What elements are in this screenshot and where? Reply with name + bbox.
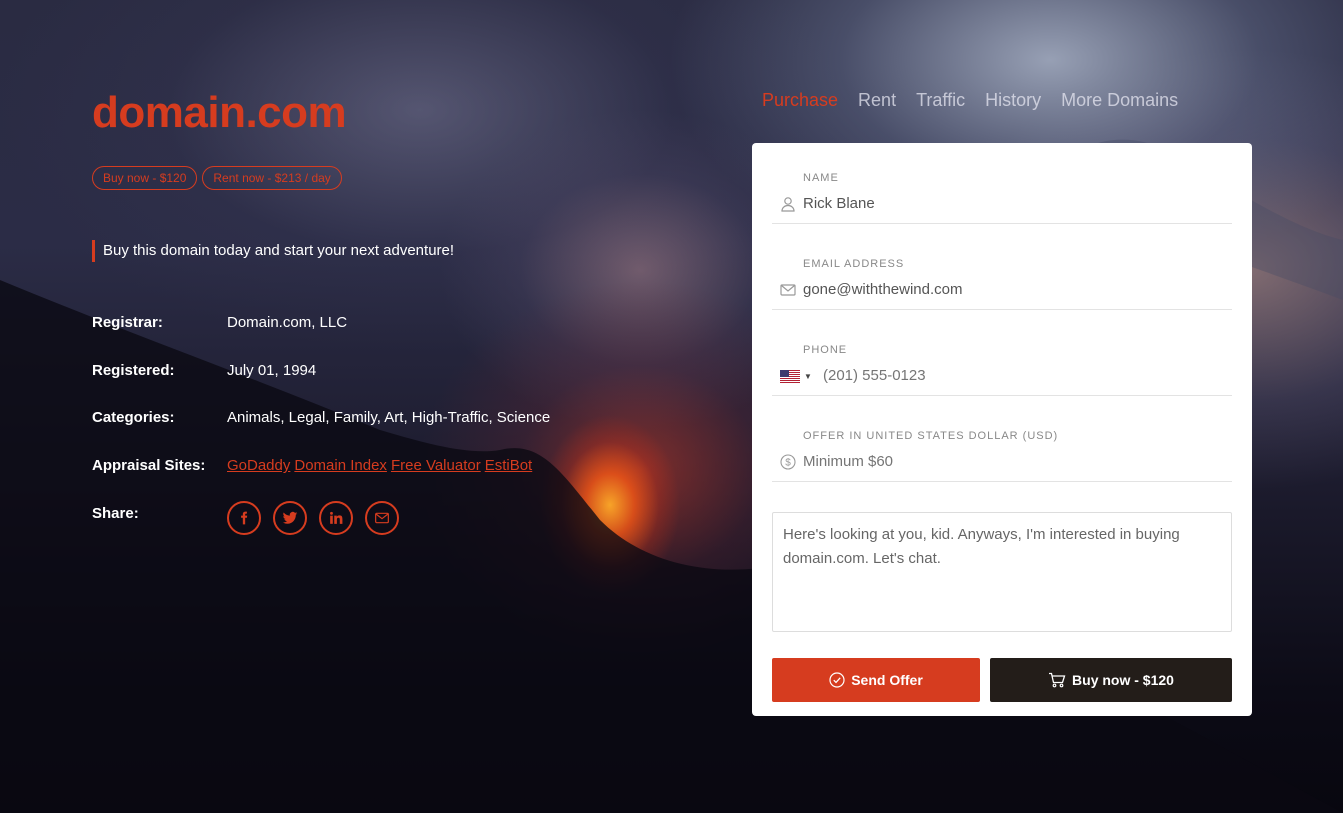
categories-label: Categories: — [92, 409, 175, 427]
email-field: Email Address — [772, 229, 1232, 310]
registrar-row: Registrar: Domain.com, LLC — [92, 312, 652, 360]
envelope-icon — [780, 284, 796, 296]
buy-now-label: Buy now - $120 — [1072, 672, 1174, 688]
phone-label: Phone — [803, 344, 848, 356]
linkedin-icon[interactable] — [319, 500, 353, 535]
appraisal-link-free-valuator[interactable]: Free Valuator — [391, 457, 481, 474]
facebook-icon[interactable] — [227, 500, 261, 535]
check-circle-icon — [829, 672, 845, 688]
cart-icon — [1049, 672, 1066, 688]
buy-now-button[interactable]: Buy now - $120 — [990, 658, 1232, 702]
offer-form-card: Name Email Address Phone ▼ Offer in Unit… — [752, 143, 1252, 716]
nav-purchase[interactable]: Purchase — [762, 90, 838, 111]
share-icons — [227, 500, 399, 535]
message-textarea[interactable]: Here's looking at you, kid. Anyways, I'm… — [772, 512, 1232, 632]
price-pills: Buy now - $120 Rent now - $213 / day — [92, 166, 342, 190]
registrar-value: Domain.com, LLC — [227, 314, 348, 331]
form-actions: Send Offer Buy now - $120 — [772, 658, 1232, 702]
phone-input[interactable] — [823, 364, 1243, 386]
share-label: Share: — [92, 504, 139, 522]
name-input[interactable] — [803, 192, 1223, 214]
domain-title: domain.com — [92, 88, 347, 137]
offer-label: Offer in United States Dollar (USD) — [803, 430, 1059, 442]
buy-now-pill[interactable]: Buy now - $120 — [92, 166, 198, 190]
offer-field: Offer in United States Dollar (USD) $ — [772, 401, 1232, 482]
registrar-label: Registrar: — [92, 314, 163, 331]
email-label: Email Address — [803, 258, 905, 270]
categories-value: Animals, Legal, Family, Art, High-Traffi… — [227, 409, 551, 427]
email-icon[interactable] — [365, 500, 399, 535]
send-offer-button[interactable]: Send Offer — [772, 658, 980, 702]
tagline: Buy this domain today and start your nex… — [92, 240, 454, 262]
dollar-icon: $ — [780, 454, 796, 470]
main-nav: Purchase Rent Traffic History More Domai… — [762, 90, 1178, 111]
nav-traffic[interactable]: Traffic — [916, 90, 965, 111]
phone-field: Phone ▼ — [772, 315, 1243, 396]
categories-row: Categories: Animals, Legal, Family, Art,… — [92, 407, 652, 455]
offer-input[interactable] — [803, 450, 1223, 472]
registered-value: July 01, 1994 — [227, 361, 317, 379]
domain-details: Registrar: Domain.com, LLC Registered: J… — [92, 312, 652, 550]
country-selector[interactable]: ▼ — [780, 370, 812, 383]
send-offer-label: Send Offer — [851, 672, 923, 688]
nav-rent[interactable]: Rent — [858, 90, 896, 111]
us-flag-icon — [780, 370, 800, 383]
appraisal-link-estibot[interactable]: EstiBot — [485, 457, 533, 474]
rent-now-pill[interactable]: Rent now - $213 / day — [202, 166, 342, 190]
appraisal-row: Appraisal Sites: GoDaddy Domain Index Free… — [92, 455, 652, 503]
appraisal-label: Appraisal Sites: — [92, 457, 206, 475]
registered-label: Registered: — [92, 361, 175, 379]
appraisal-link-godaddy[interactable]: GoDaddy — [227, 457, 290, 474]
nav-more-domains[interactable]: More Domains — [1061, 90, 1178, 111]
nav-history[interactable]: History — [985, 90, 1041, 111]
appraisal-links: GoDaddy Domain Index Free Valuator EstiBot — [227, 455, 536, 477]
appraisal-link-domain-index[interactable]: Domain Index — [294, 457, 387, 474]
twitter-icon[interactable] — [273, 500, 307, 535]
email-input[interactable] — [803, 278, 1223, 300]
share-row: Share: — [92, 500, 652, 551]
name-label: Name — [803, 172, 839, 184]
registered-row: Registered: July 01, 1994 — [92, 360, 652, 408]
user-icon — [781, 197, 795, 212]
name-field: Name — [772, 143, 1232, 224]
chevron-down-icon: ▼ — [804, 372, 812, 381]
svg-text:$: $ — [785, 458, 791, 469]
